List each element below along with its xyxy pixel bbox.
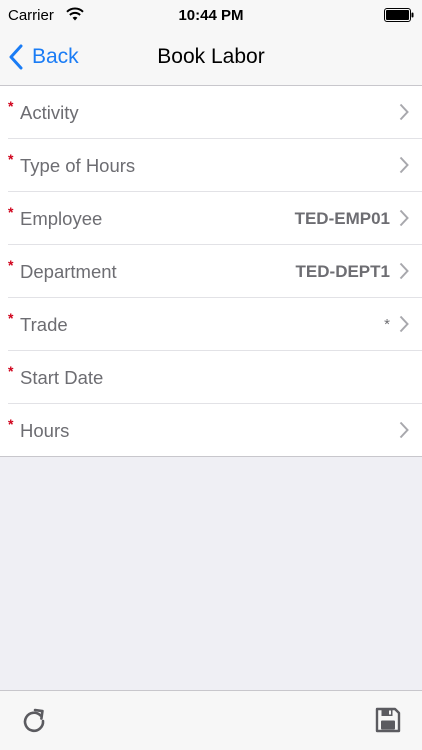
- clock: 10:44 PM: [178, 7, 244, 24]
- field-employee[interactable]: * Employee TED-EMP01: [8, 192, 422, 245]
- required-marker: *: [8, 151, 14, 167]
- save-icon[interactable]: [374, 706, 402, 734]
- field-department[interactable]: * Department TED-DEPT1: [8, 245, 422, 298]
- refresh-icon[interactable]: [20, 707, 48, 735]
- field-label: Type of Hours: [20, 155, 136, 176]
- chevron-right-icon: [399, 421, 409, 439]
- chevron-right-icon: [399, 315, 409, 333]
- required-marker: *: [8, 98, 14, 114]
- field-type-of-hours[interactable]: * Type of Hours: [8, 139, 422, 192]
- field-trade[interactable]: * Trade *: [8, 298, 422, 351]
- navigation-bar: Back Book Labor: [0, 30, 422, 86]
- chevron-right-icon: [399, 262, 409, 280]
- field-hours[interactable]: * Hours: [8, 404, 422, 456]
- page-title: Book Labor: [157, 45, 265, 68]
- field-label: Activity: [20, 102, 79, 123]
- status-bar: Carrier 10:44 PM: [0, 0, 422, 30]
- field-label: Hours: [20, 420, 70, 441]
- required-marker: *: [8, 416, 14, 432]
- required-marker: *: [8, 310, 14, 326]
- field-label: Trade: [20, 314, 68, 335]
- chevron-right-icon: [399, 156, 409, 174]
- field-activity[interactable]: * Activity: [8, 86, 422, 139]
- field-value: TED-DEPT1: [295, 262, 390, 281]
- chevron-right-icon: [399, 209, 409, 227]
- required-marker: *: [8, 257, 14, 273]
- field-label: Department: [20, 261, 117, 282]
- field-label: Employee: [20, 208, 103, 229]
- bottom-toolbar: [0, 690, 422, 750]
- field-value: TED-EMP01: [294, 209, 390, 228]
- required-marker: *: [8, 204, 14, 220]
- required-marker: *: [8, 363, 14, 379]
- field-start-date[interactable]: * Start Date: [8, 351, 422, 404]
- battery-icon: [384, 8, 414, 22]
- field-value: *: [384, 316, 390, 333]
- field-label: Start Date: [20, 367, 104, 388]
- chevron-right-icon: [399, 103, 409, 121]
- book-labor-form: * Activity * Type of Hours * Employee TE…: [0, 86, 422, 457]
